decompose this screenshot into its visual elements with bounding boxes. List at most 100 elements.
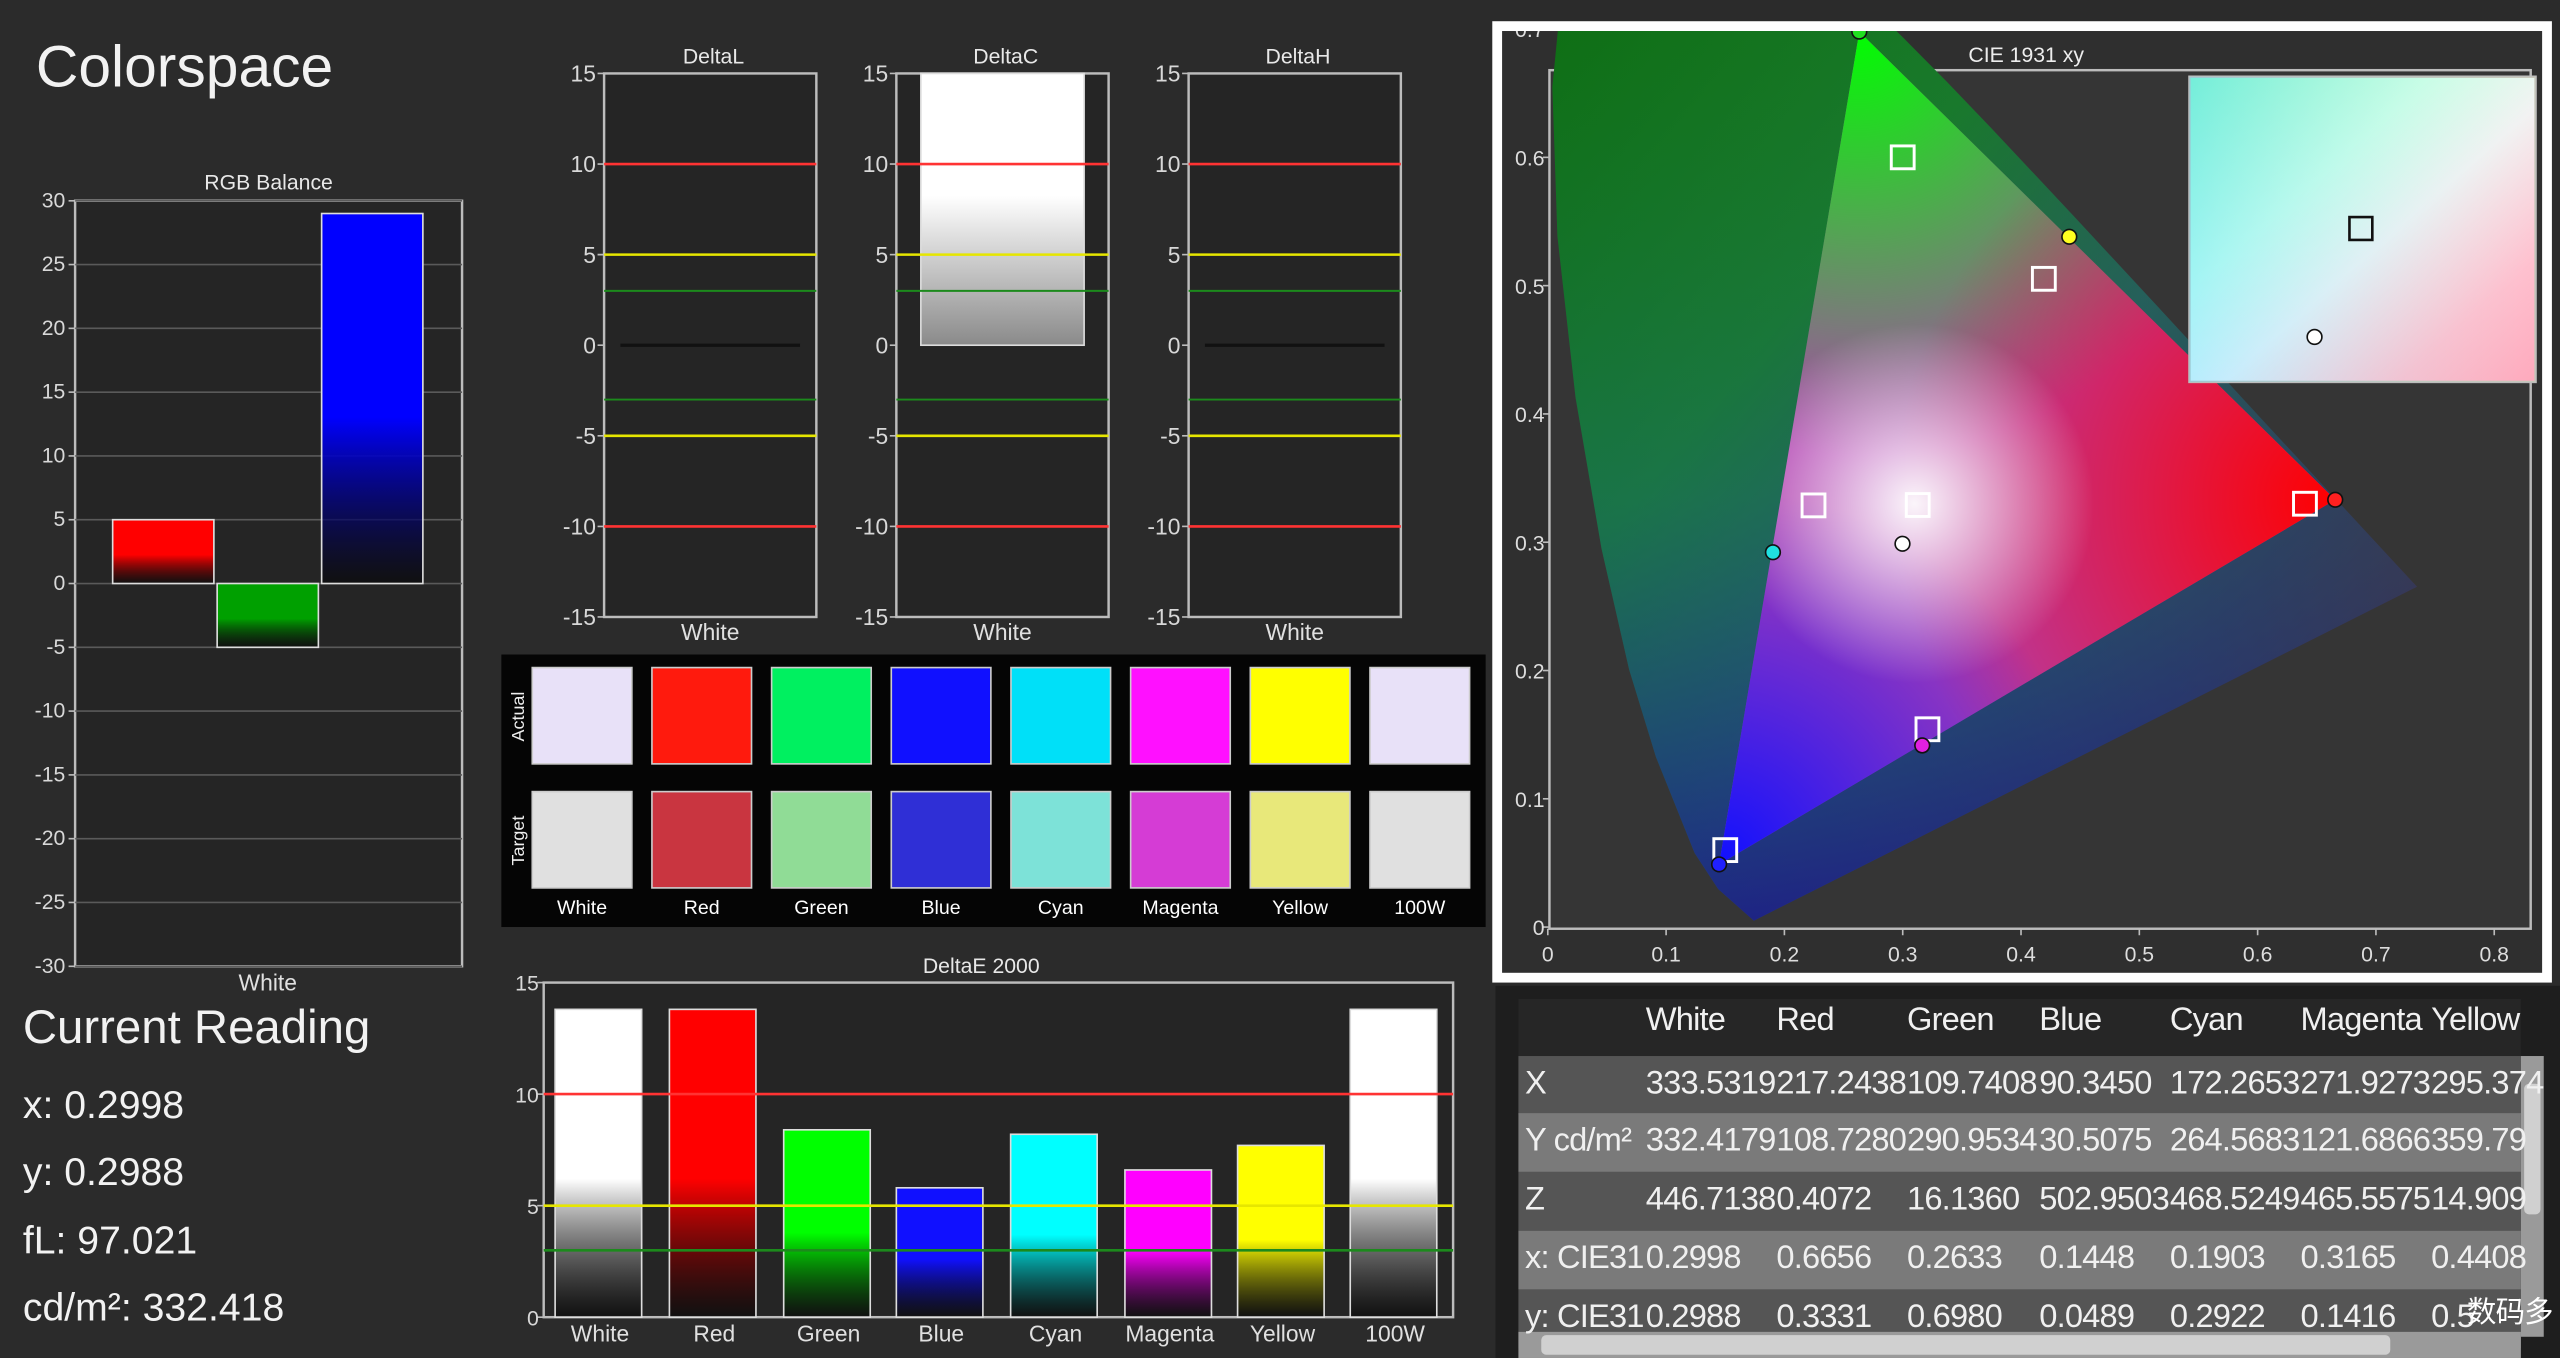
deltae-category-label: Magenta <box>1125 1321 1214 1347</box>
target-swatch-blue <box>890 790 992 889</box>
table-cell: 0.6980 <box>1906 1299 2003 1336</box>
table-cell: 0.4072 <box>1776 1181 1872 1218</box>
current-reading-title: Current Reading <box>22 1002 371 1055</box>
table-row-label: x: CIE31 <box>1524 1240 1645 1277</box>
actual-swatch-white <box>531 666 633 765</box>
watermark: 数码多 <box>2467 1295 2554 1329</box>
app-title: Colorspace <box>35 32 334 100</box>
target-swatch-green <box>770 790 873 889</box>
table-header-cell: Magenta <box>2300 1002 2422 1039</box>
deltae-category-label: Red <box>693 1321 735 1347</box>
rgb-balance-chart: RGB Balance 30 25 20 15 10 5 0 -5 -10 -15 -20 -25 -30… <box>35 171 464 996</box>
swatch-label: White <box>557 897 607 919</box>
cie-measured-point <box>1710 856 1728 873</box>
deltae-category-label: Cyan <box>1029 1321 1082 1347</box>
delta-tick-label: 15 <box>863 61 888 87</box>
table-cell: 90.3450 <box>2039 1065 2152 1102</box>
rgb-tick-label: -5 <box>46 636 65 659</box>
table-cell: 16.1360 <box>1906 1181 2020 1218</box>
delta-tick-label: 5 <box>1168 242 1181 268</box>
table-cell: 30.5075 <box>2039 1122 2152 1159</box>
deltae-bar-cyan <box>1009 1133 1098 1319</box>
table-cell: 502.9503 <box>2039 1181 2169 1218</box>
rgb-tick-label: 25 <box>42 253 66 276</box>
swatch-label: Red <box>684 897 720 919</box>
reading-fl: fL: 97.021 <box>22 1219 198 1264</box>
table-cell: 333.5319 <box>1645 1065 1776 1102</box>
delta-title-2: DeltaH <box>1266 46 1331 69</box>
table-cell: 290.9534 <box>1906 1122 2037 1159</box>
delta-tick-label: 5 <box>875 242 888 268</box>
cie-measured-point <box>2327 491 2344 508</box>
delta-tick-label: -5 <box>576 423 596 449</box>
delta-title-1: DeltaC <box>973 46 1038 69</box>
delta-tick-label: 10 <box>863 151 888 177</box>
rgb-tick-label: 0 <box>53 572 65 595</box>
cie-xtick-label: 0.2 <box>1770 943 1800 966</box>
rgb-category-label: White <box>239 970 297 996</box>
deltae-bar-100w <box>1349 1008 1438 1319</box>
color-swatch-panel: Actual Target White Red Green Blue Cyan Magenta… <box>501 654 1486 928</box>
table-header-cell: Green <box>1906 1002 1995 1039</box>
delta-tick-label: -5 <box>868 423 888 449</box>
rgb-tick-label: -20 <box>35 827 66 850</box>
deltae-tick-label: 0 <box>527 1307 539 1330</box>
target-row-label: Target <box>508 816 528 866</box>
target-swatch-white <box>531 790 633 889</box>
cie-xtick-label: 0.1 <box>1651 943 1681 966</box>
cie-measured-point <box>1851 31 1868 40</box>
cie-xtick-label: 0.3 <box>1888 943 1918 966</box>
table-cell: 0.3331 <box>1776 1299 1872 1336</box>
delta-category-2: White <box>1266 619 1324 645</box>
cie-xtick-label: 0.7 <box>2361 943 2391 966</box>
deltae-bar-red <box>668 1008 757 1319</box>
rgb-tick-label: -10 <box>35 700 66 723</box>
actual-swatch-green <box>770 666 873 765</box>
table-cell: 108.7280 <box>1776 1122 1907 1159</box>
table-row-label: y: CIE31 <box>1524 1299 1645 1336</box>
cie-ytick-label: 0.6 <box>1515 148 1545 171</box>
table-cell: 0.1903 <box>2169 1240 2266 1277</box>
deltae-category-label: Green <box>797 1321 861 1347</box>
cie-ytick-label: 0 <box>1533 917 1545 940</box>
table-cell: 14.909 <box>2431 1181 2527 1218</box>
table-cell: 0.3165 <box>2300 1240 2396 1277</box>
table-cell: 109.7408 <box>1906 1065 2037 1102</box>
table-cell: 0.1448 <box>2039 1240 2135 1277</box>
cie-ytick-label: 0.7 <box>1515 31 1545 42</box>
delta-tick-label: -5 <box>1160 423 1180 449</box>
table-cell: 172.2653 <box>2169 1065 2300 1102</box>
reading-cdm2: cd/m²: 332.418 <box>22 1286 285 1331</box>
delta-title-0: DeltaL <box>683 46 745 69</box>
table-cell: 121.6866 <box>2300 1122 2431 1159</box>
delta-tick-label: -15 <box>1147 604 1180 630</box>
actual-swatch-yellow <box>1249 666 1351 765</box>
table-cell: 271.9273 <box>2300 1065 2431 1102</box>
table-cell: 332.4179 <box>1645 1122 1776 1159</box>
table-cell: 0.2998 <box>1645 1240 1742 1277</box>
table-header-cell: White <box>1645 1002 1726 1039</box>
table-cell: 465.5575 <box>2300 1181 2431 1218</box>
cie-ytick-label: 0.3 <box>1515 532 1545 555</box>
swatch-label: Blue <box>921 897 960 919</box>
table-row-label: X <box>1524 1065 1547 1102</box>
deltae-bar-magenta <box>1124 1169 1213 1319</box>
rgb-tick-label: 5 <box>53 508 65 531</box>
delta-tick-label: 15 <box>1155 61 1180 87</box>
actual-swatch-cyan <box>1010 666 1112 765</box>
swatch-label: 100W <box>1394 897 1446 919</box>
cie-xtick-label: 0.8 <box>2479 943 2509 966</box>
deltae-bar-green <box>782 1128 872 1319</box>
cie-ytick-label: 0.2 <box>1515 661 1545 684</box>
cie-xtick-label: 0.6 <box>2243 943 2273 966</box>
table-row-label: Y cd/m² <box>1524 1122 1632 1159</box>
deltae-chart: DeltaE 2000 15 10 5 0 White Red Green Blue Cyan Ma… <box>515 955 1455 1347</box>
deltae-tick-label: 10 <box>515 1084 539 1107</box>
delta-bar-1 <box>920 72 1085 347</box>
actual-swatch-magenta <box>1129 666 1232 765</box>
reading-y: y: 0.2988 <box>22 1150 185 1195</box>
deltae-category-label: White <box>571 1321 629 1347</box>
cie-xtick-label: 0.4 <box>2006 943 2036 966</box>
deltae-bar-yellow <box>1236 1144 1325 1319</box>
delta-tick-label: 15 <box>571 61 596 87</box>
